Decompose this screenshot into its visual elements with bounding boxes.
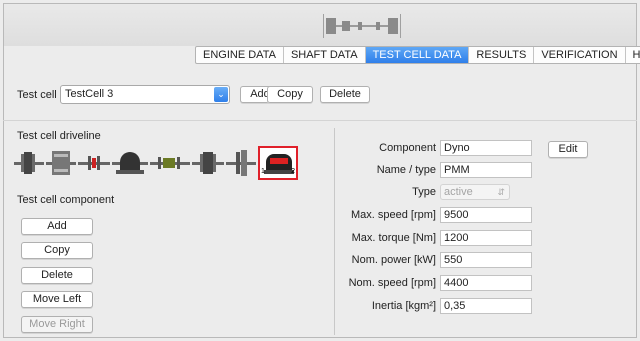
nom-power-label: Nom. power [kW] [351, 254, 436, 266]
stepper-arrows-icon: ⇵ [497, 187, 505, 197]
top-bar [4, 4, 636, 46]
driveline-strip: 1 2 [14, 146, 304, 180]
tab-help[interactable]: HELP [626, 47, 640, 63]
name-type-field[interactable]: PMM [440, 162, 532, 178]
tab-results[interactable]: RESULTS [469, 47, 535, 63]
dyno-port-1: 1 [261, 168, 265, 175]
flywheel-icon[interactable] [226, 148, 256, 178]
tab-test-cell-data[interactable]: TEST CELL DATA [365, 47, 470, 63]
component-delete-button[interactable]: Delete [21, 267, 93, 284]
gearbox-icon[interactable] [112, 148, 148, 178]
test-cell-label: Test cell [17, 89, 57, 101]
test-cell-select[interactable]: TestCell 3 ⌄ [60, 85, 230, 104]
main-tabs: ENGINE DATA SHAFT DATA TEST CELL DATA RE… [195, 46, 640, 64]
shaft-icon[interactable] [78, 148, 110, 178]
flywheel-icon[interactable] [46, 148, 76, 178]
driveline-logo-icon [321, 14, 431, 38]
component-panel-title: Test cell component [17, 194, 115, 206]
edit-component-button[interactable]: Edit [548, 141, 588, 158]
type-select: active ⇵ [440, 184, 510, 200]
component-field[interactable]: Dyno [440, 140, 532, 156]
dyno-port-2: 2 [291, 168, 295, 175]
test-cell-copy-button[interactable]: Copy [267, 86, 313, 103]
max-speed-label: Max. speed [rpm] [351, 209, 436, 221]
tab-verification[interactable]: VERIFICATION [534, 47, 626, 63]
component-add-button[interactable]: Add [21, 218, 93, 235]
coupling-icon[interactable] [14, 148, 44, 178]
test-cell-delete-button[interactable]: Delete [320, 86, 370, 103]
move-left-button[interactable]: Move Left [21, 291, 93, 308]
nom-power-field[interactable]: 550 [440, 252, 532, 268]
inertia-field[interactable]: 0,35 [440, 298, 532, 314]
chevron-down-icon: ⌄ [214, 87, 228, 102]
component-copy-button[interactable]: Copy [21, 242, 93, 259]
section-divider [3, 120, 637, 121]
test-cell-selected-value: TestCell 3 [65, 88, 114, 100]
driveline-title: Test cell driveline [17, 130, 101, 142]
dyno-icon[interactable]: 1 2 [258, 146, 298, 180]
coupling-icon[interactable] [192, 148, 224, 178]
max-torque-label: Max. torque [Nm] [351, 232, 436, 244]
nom-speed-field[interactable]: 4400 [440, 275, 532, 291]
move-right-button: Move Right [21, 316, 93, 333]
panel-divider [334, 128, 335, 335]
max-torque-field[interactable]: 1200 [440, 230, 532, 246]
inertia-label: Inertia [kgm²] [371, 300, 436, 312]
max-speed-field[interactable]: 9500 [440, 207, 532, 223]
type-label: Type [412, 186, 436, 198]
name-type-label: Name / type [376, 164, 436, 176]
shaft-icon[interactable] [150, 148, 190, 178]
nom-speed-label: Nom. speed [rpm] [348, 277, 436, 289]
tab-engine-data[interactable]: ENGINE DATA [196, 47, 284, 63]
component-label: Component [379, 142, 436, 154]
type-select-value: active [444, 186, 473, 198]
tab-shaft-data[interactable]: SHAFT DATA [284, 47, 366, 63]
